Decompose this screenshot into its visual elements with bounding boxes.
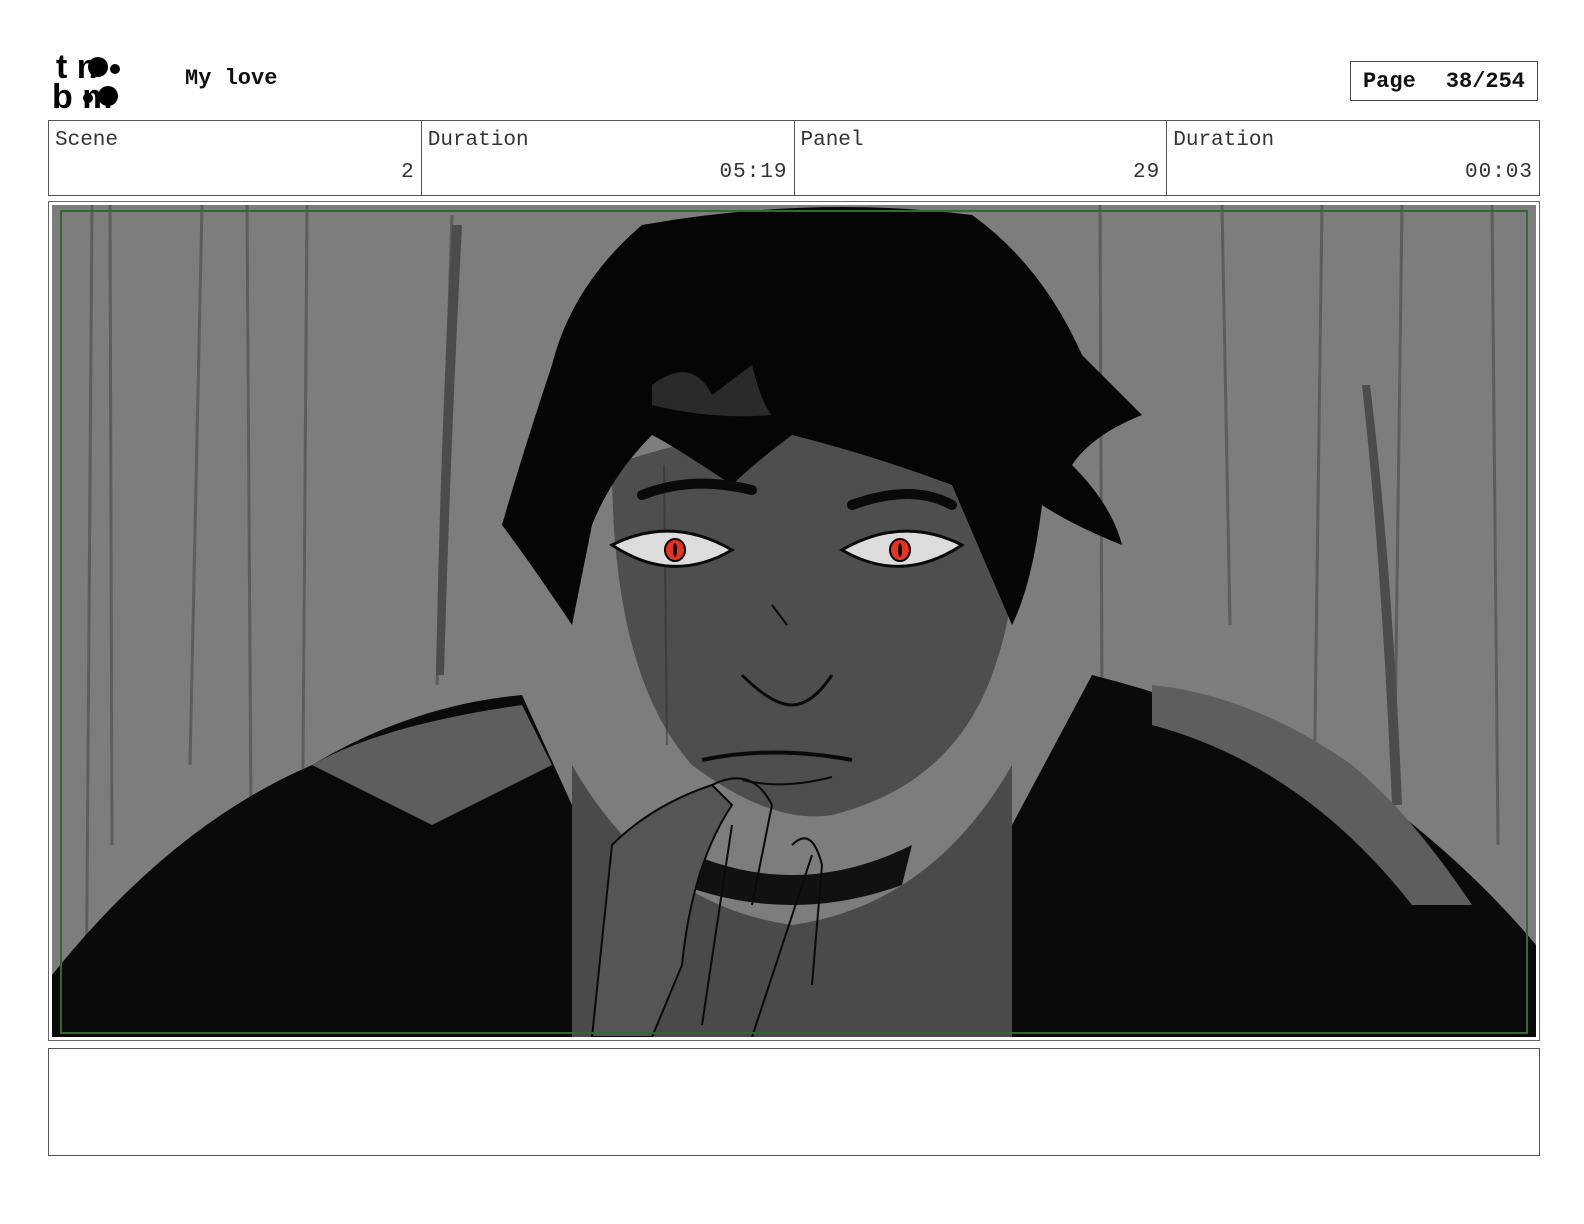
scene-duration-value: 05:19: [719, 161, 788, 184]
panel-duration-value: 00:03: [1464, 161, 1533, 184]
scene-duration-cell: Duration 05:19: [422, 121, 795, 195]
storyboard-panel-image: [52, 205, 1536, 1037]
project-title: My love: [185, 66, 278, 91]
panel-duration-cell: Duration 00:03: [1167, 121, 1539, 195]
panel-info-row: Scene 2 Duration 05:19 Panel 29 Duration…: [48, 120, 1540, 196]
page-number: 38/254: [1445, 68, 1526, 94]
panel-label: Panel: [800, 129, 864, 152]
panel-notes-box: [48, 1048, 1540, 1156]
panel-cell: Panel 29: [795, 121, 1168, 195]
toonboom-logo: t n b m: [52, 50, 164, 112]
panel-value: 29: [1133, 161, 1161, 184]
scene-label: Scene: [55, 129, 119, 152]
character-sketch: [52, 205, 1536, 1037]
scene-value: 2: [401, 161, 415, 184]
page-indicator: Page 38/254: [1350, 61, 1538, 101]
scene-duration-label: Duration: [427, 129, 529, 152]
scene-cell: Scene 2: [49, 121, 422, 195]
panel-duration-label: Duration: [1173, 129, 1275, 152]
page-label: Page: [1362, 68, 1416, 94]
